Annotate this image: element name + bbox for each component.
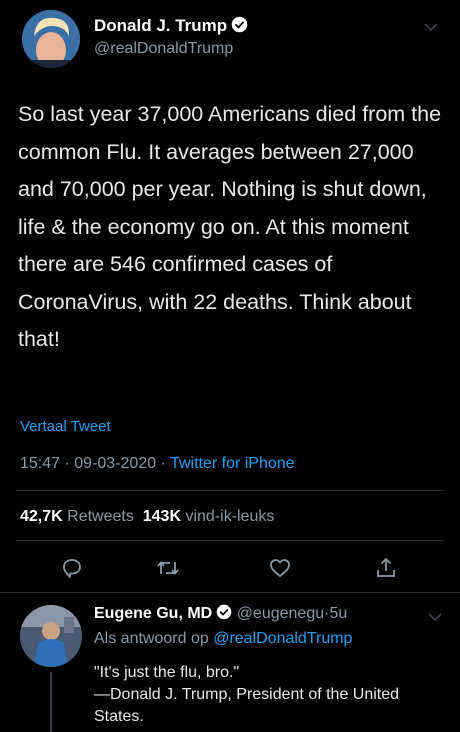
author-handle[interactable]: @realDonaldTrump [94, 40, 233, 58]
share-button[interactable] [374, 556, 398, 580]
divider [16, 540, 444, 541]
retweet-button[interactable] [156, 556, 180, 580]
reply-button[interactable] [60, 556, 84, 580]
verified-badge-icon [216, 604, 232, 620]
retweets-count: 42,7K [20, 508, 63, 525]
chevron-down-icon[interactable] [424, 22, 438, 32]
reply-text: "It's just the flu, bro." —Donald J. Tru… [94, 664, 400, 725]
author-avatar[interactable] [22, 10, 80, 68]
reply-icon [63, 559, 81, 578]
author-name[interactable]: Donald J. Trump [94, 16, 248, 36]
replying-to-label: Als antwoord op [94, 630, 209, 647]
reply-author-avatar[interactable] [20, 605, 82, 667]
verified-badge-icon [231, 16, 248, 33]
author-name-text[interactable]: Donald J. Trump [94, 16, 227, 35]
retweets-stat[interactable]: 42,7K Retweets [20, 508, 134, 525]
translate-tweet-link[interactable]: Vertaal Tweet [20, 418, 111, 435]
tweet-text: So last year 37,000 Americans died from … [18, 102, 448, 351]
likes-count: 143K [142, 508, 181, 525]
meta-separator: · [160, 455, 166, 472]
reply-header: Eugene Gu, MD @eugenegu·5u [94, 604, 347, 623]
retweet-icon [157, 561, 179, 575]
divider [0, 592, 460, 593]
tweet-time: 15:47 [20, 455, 61, 472]
retweets-label: Retweets [67, 508, 134, 525]
likes-stat[interactable]: 143K vind-ik-leuks [143, 508, 275, 525]
thread-line [50, 672, 52, 732]
reply-author-handle[interactable]: @eugenegu [237, 605, 324, 622]
tweet-date: 09-03-2020 [74, 455, 157, 472]
avatar-image [22, 10, 80, 68]
likes-label: vind-ik-leuks [185, 508, 275, 525]
replying-to-mention[interactable]: @realDonaldTrump [213, 630, 352, 647]
share-icon [377, 557, 395, 577]
like-icon [270, 559, 290, 577]
chevron-down-icon[interactable] [428, 612, 442, 622]
divider [16, 490, 444, 491]
tweet-metadata: 15:47 · 09-03-2020 · Twitter for iPhone [20, 455, 295, 473]
like-button[interactable] [268, 556, 292, 580]
meta-separator: · [64, 455, 70, 472]
replying-to: Als antwoord op @realDonaldTrump [94, 630, 352, 648]
reply-author-name[interactable]: Eugene Gu, MD [94, 605, 212, 622]
tweet-stats: 42,7K Retweets 143K vind-ik-leuks [20, 508, 274, 526]
tweet-source-link[interactable]: Twitter for iPhone [170, 455, 295, 472]
reply-age: 5u [329, 605, 348, 622]
avatar-image [20, 605, 82, 667]
